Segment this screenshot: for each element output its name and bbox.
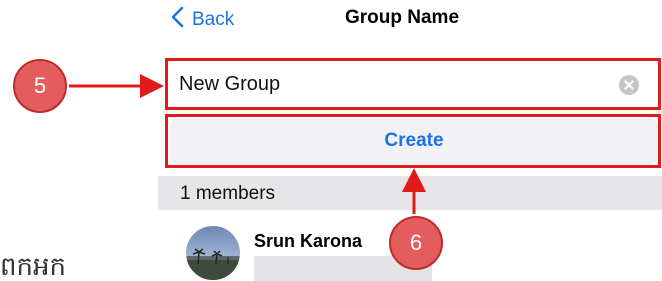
annotation-marker-6: 6 <box>389 216 443 270</box>
avatar <box>186 226 240 280</box>
page-title: Group Name <box>345 7 460 28</box>
members-section-header: 1 members <box>158 176 662 210</box>
annotation-highlight-create <box>165 114 661 168</box>
back-button[interactable]: Back <box>170 6 234 34</box>
member-name: Srun Karona <box>254 231 363 251</box>
members-count: 1 members <box>180 183 276 204</box>
back-label: Back <box>192 9 235 30</box>
annotation-marker-5: 5 <box>13 59 67 113</box>
background-app-text: ពកអក <box>0 252 67 281</box>
chevron-left-icon <box>170 6 186 34</box>
annotation-highlight-field <box>165 58 661 110</box>
